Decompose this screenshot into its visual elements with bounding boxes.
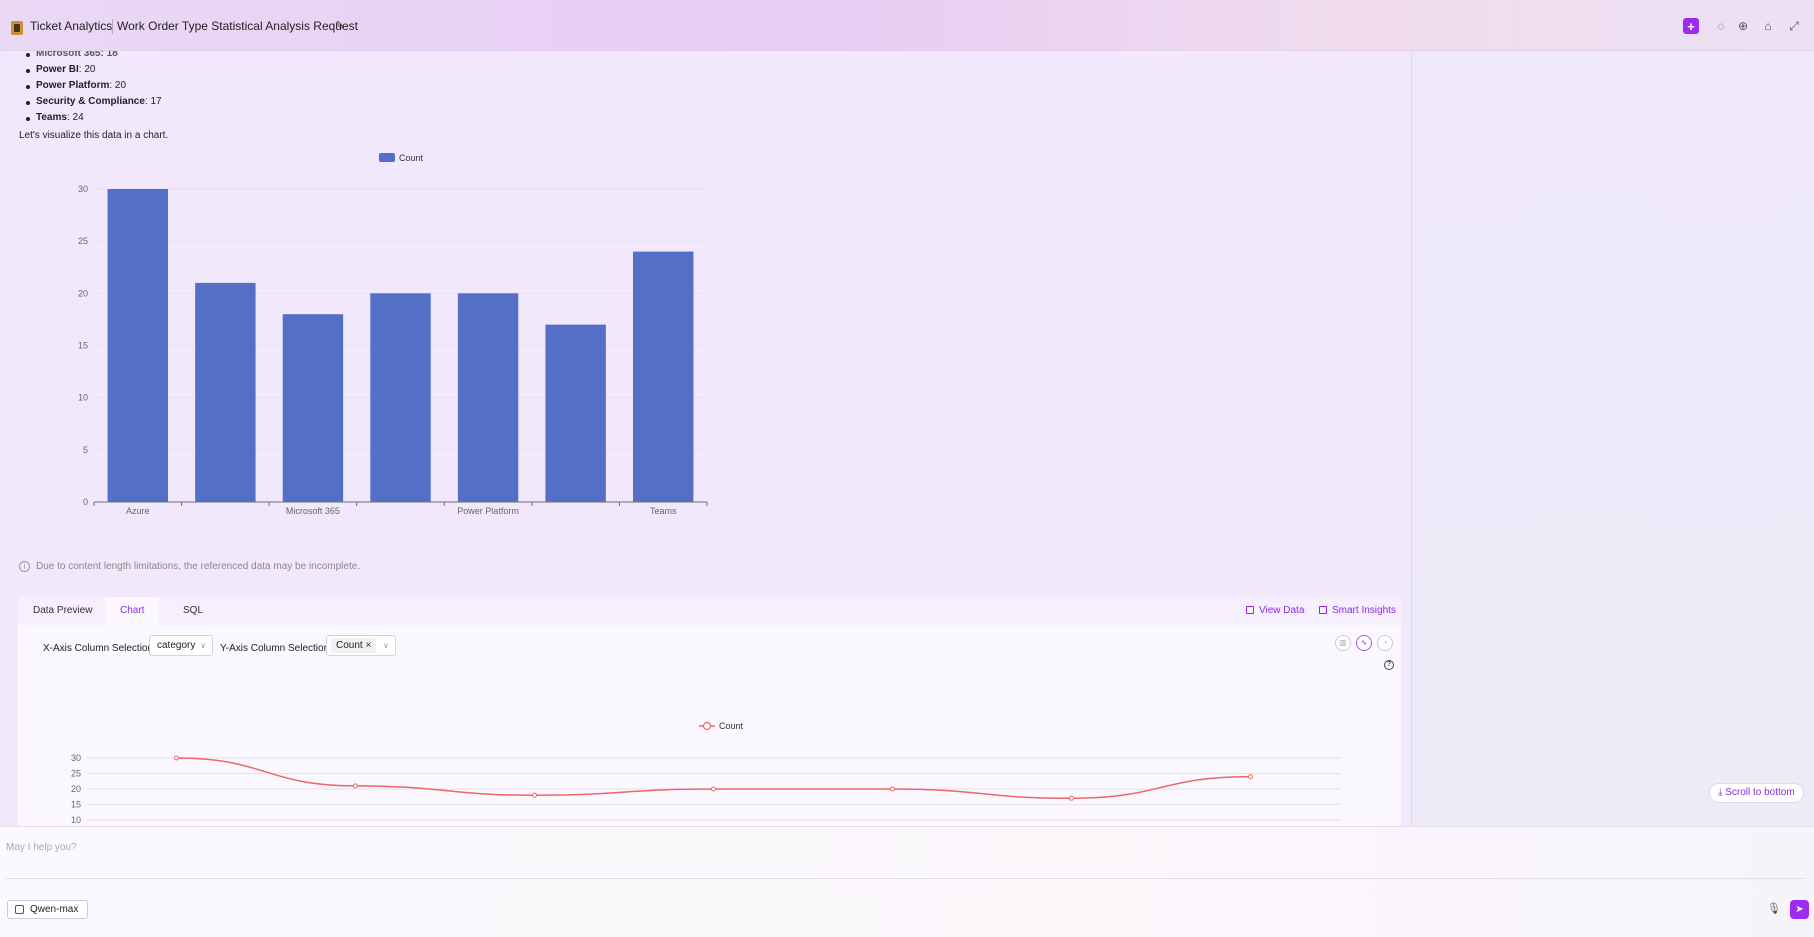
- globe-icon[interactable]: ⊕: [1735, 18, 1751, 34]
- app-title[interactable]: Ticket Analytics: [30, 19, 112, 33]
- chat-bubble-icon[interactable]: ◌: [1713, 18, 1729, 34]
- x-tick-label: Teams: [650, 506, 677, 516]
- info-icon: i: [19, 561, 30, 572]
- fullscreen-icon[interactable]: ⤢: [1786, 18, 1802, 34]
- microphone-icon[interactable]: 🎙: [1767, 902, 1781, 918]
- notice-text: Due to content length limitations, the r…: [36, 561, 361, 572]
- chat-message-area: Microsoft 365: 18 Power BI: 20 Power Pla…: [8, 51, 1412, 826]
- bar: [370, 293, 431, 502]
- title-divider: [112, 19, 113, 34]
- bar: [107, 189, 168, 502]
- legend-swatch: [379, 153, 395, 162]
- legend-label: Count: [719, 721, 744, 731]
- app-logo-icon: [11, 21, 23, 35]
- data-point: [353, 783, 358, 789]
- bar: [633, 251, 694, 502]
- bar: [545, 324, 606, 502]
- data-point: [1069, 795, 1074, 801]
- bar: [457, 293, 519, 502]
- chat-input-area: Qwen-max 🎙 ➤: [0, 826, 1814, 937]
- model-name: Qwen-max: [30, 904, 79, 915]
- edit-title-icon[interactable]: ✎: [335, 19, 344, 32]
- input-divider: [6, 878, 1806, 879]
- legend-marker: [702, 721, 712, 731]
- right-side-pane: [1412, 51, 1814, 826]
- scroll-to-bottom-button[interactable]: ⤓ Scroll to bottom: [1709, 783, 1804, 803]
- y-tick-label: 10: [78, 393, 88, 403]
- y-tick-label: 20: [78, 288, 88, 298]
- y-tick-label: 10: [71, 815, 81, 825]
- y-tick-label: 5: [83, 445, 88, 455]
- data-point: [711, 786, 716, 792]
- line-chart: 051015202530AzureEntra IDMicrosoft 365Po…: [71, 721, 1340, 825]
- model-icon: [15, 905, 24, 914]
- model-selector[interactable]: Qwen-max: [7, 900, 89, 919]
- data-point: [174, 755, 179, 761]
- data-point: [1248, 774, 1253, 780]
- data-point: [532, 792, 537, 798]
- bar: [195, 282, 256, 502]
- prompt-input[interactable]: [6, 837, 1796, 857]
- legend-label: Count: [399, 153, 424, 163]
- bar-chart: 0 5 10 15 20 25 30 Azure Microsoft 365 Power Plat…: [78, 153, 708, 516]
- gift-icon[interactable]: ⌂: [1760, 18, 1776, 34]
- new-chat-button[interactable]: +: [1683, 18, 1699, 34]
- send-button[interactable]: ➤: [1790, 900, 1809, 919]
- notice: i Due to content length limitations, the…: [19, 561, 360, 572]
- conversation-title: Work Order Type Statistical Analysis Req…: [117, 19, 358, 33]
- y-tick-label: 20: [71, 784, 81, 794]
- y-tick-label: 25: [71, 769, 81, 779]
- y-tick-label: 30: [71, 753, 81, 763]
- x-tick-label: Power Platform: [457, 506, 519, 516]
- series-line: [176, 757, 1251, 800]
- y-tick-label: 0: [83, 497, 88, 507]
- top-header: Ticket Analytics Work Order Type Statist…: [0, 0, 1814, 51]
- y-tick-label: 15: [78, 341, 88, 351]
- y-tick-label: 25: [78, 236, 88, 246]
- x-tick-label: Microsoft 365: [286, 506, 340, 516]
- x-tick-label: Azure: [126, 506, 150, 516]
- scroll-to-bottom-label: Scroll to bottom: [1725, 787, 1795, 798]
- bar: [282, 314, 344, 502]
- y-tick-label: 30: [78, 184, 88, 194]
- y-tick-label: 15: [71, 800, 81, 810]
- data-panel: Data Preview Chart SQL View Data Smart I…: [18, 597, 1401, 826]
- data-point: [890, 786, 895, 792]
